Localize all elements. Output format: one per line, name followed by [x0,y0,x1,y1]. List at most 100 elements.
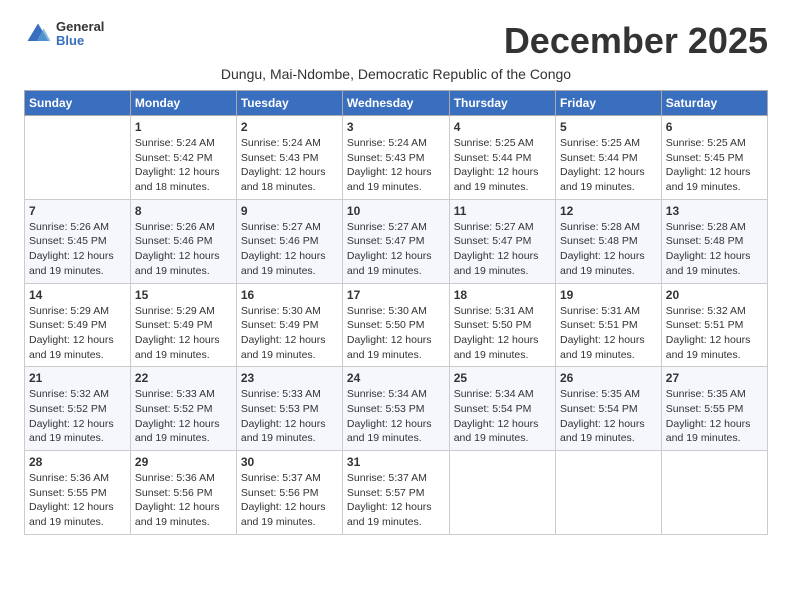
day-cell: 22Sunrise: 5:33 AM Sunset: 5:52 PM Dayli… [130,367,236,451]
day-number: 20 [666,288,763,302]
day-number: 23 [241,371,338,385]
day-cell: 30 Sunrise: 5:37 AM Sunset: 5:56 PM Dayli… [236,451,342,535]
week-row-1: 1 Sunrise: 5:24 AM Sunset: 5:42 PM Daylig… [25,116,768,200]
day-number: 24 [347,371,445,385]
day-info: Sunrise: 5:26 AM Sunset: 5:46 PM Dayligh… [135,220,232,279]
day-number: 18 [454,288,551,302]
logo-text: General Blue [56,20,104,49]
day-number: 3 [347,120,445,134]
day-number: 21 [29,371,126,385]
logo-icon [24,20,52,48]
day-info: Sunrise: 5:26 AM Sunset: 5:45 PM Dayligh… [29,220,126,279]
day-number: 25 [454,371,551,385]
logo-general: General [56,20,104,34]
day-number: 14 [29,288,126,302]
day-number: 2 [241,120,338,134]
day-cell: 14 Sunrise: 5:29 AM Sunset: 5:49 PM Dayli… [25,283,131,367]
weekday-header-thursday: Thursday [449,91,555,116]
day-number: 10 [347,204,445,218]
day-cell: 27Sunrise: 5:35 AM Sunset: 5:55 PM Dayli… [661,367,767,451]
day-cell [555,451,661,535]
day-number: 19 [560,288,657,302]
day-cell: 13 Sunrise: 5:28 AM Sunset: 5:48 PM Dayli… [661,199,767,283]
day-cell: 9 Sunrise: 5:27 AM Sunset: 5:46 PM Daylig… [236,199,342,283]
day-info: Sunrise: 5:24 AM Sunset: 5:42 PM Dayligh… [135,136,232,195]
day-info: Sunrise: 5:29 AM Sunset: 5:49 PM Dayligh… [135,304,232,363]
day-number: 1 [135,120,232,134]
day-info: Sunrise: 5:31 AM Sunset: 5:51 PM Dayligh… [560,304,657,363]
week-row-2: 7 Sunrise: 5:26 AM Sunset: 5:45 PM Daylig… [25,199,768,283]
day-info: Sunrise: 5:36 AM Sunset: 5:56 PM Dayligh… [135,471,232,530]
day-info: Sunrise: 5:25 AM Sunset: 5:45 PM Dayligh… [666,136,763,195]
weekday-header-friday: Friday [555,91,661,116]
day-number: 4 [454,120,551,134]
day-cell: 18Sunrise: 5:31 AM Sunset: 5:50 PM Dayli… [449,283,555,367]
day-cell [449,451,555,535]
day-number: 5 [560,120,657,134]
calendar: SundayMondayTuesdayWednesdayThursdayFrid… [24,90,768,535]
header: General Blue December 2025 [24,20,768,62]
day-number: 7 [29,204,126,218]
day-cell: 1 Sunrise: 5:24 AM Sunset: 5:42 PM Daylig… [130,116,236,200]
day-number: 13 [666,204,763,218]
weekday-header-sunday: Sunday [25,91,131,116]
day-number: 22 [135,371,232,385]
day-number: 29 [135,455,232,469]
day-cell: 2 Sunrise: 5:24 AM Sunset: 5:43 PM Daylig… [236,116,342,200]
day-cell: 10 Sunrise: 5:27 AM Sunset: 5:47 PM Dayli… [342,199,449,283]
day-number: 30 [241,455,338,469]
day-info: Sunrise: 5:34 AM Sunset: 5:54 PM Dayligh… [454,387,551,446]
day-cell [25,116,131,200]
day-info: Sunrise: 5:25 AM Sunset: 5:44 PM Dayligh… [454,136,551,195]
day-info: Sunrise: 5:28 AM Sunset: 5:48 PM Dayligh… [666,220,763,279]
weekday-header-saturday: Saturday [661,91,767,116]
week-row-4: 21Sunrise: 5:32 AM Sunset: 5:52 PM Dayli… [25,367,768,451]
day-info: Sunrise: 5:27 AM Sunset: 5:47 PM Dayligh… [454,220,551,279]
day-number: 17 [347,288,445,302]
weekday-header-monday: Monday [130,91,236,116]
day-info: Sunrise: 5:29 AM Sunset: 5:49 PM Dayligh… [29,304,126,363]
day-info: Sunrise: 5:37 AM Sunset: 5:56 PM Dayligh… [241,471,338,530]
weekday-header-row: SundayMondayTuesdayWednesdayThursdayFrid… [25,91,768,116]
day-cell: 3 Sunrise: 5:24 AM Sunset: 5:43 PM Daylig… [342,116,449,200]
day-cell: 17 Sunrise: 5:30 AM Sunset: 5:50 PM Dayli… [342,283,449,367]
day-info: Sunrise: 5:33 AM Sunset: 5:53 PM Dayligh… [241,387,338,446]
day-info: Sunrise: 5:27 AM Sunset: 5:47 PM Dayligh… [347,220,445,279]
day-info: Sunrise: 5:32 AM Sunset: 5:51 PM Dayligh… [666,304,763,363]
day-cell: 23 Sunrise: 5:33 AM Sunset: 5:53 PM Dayli… [236,367,342,451]
day-cell: 12Sunrise: 5:28 AM Sunset: 5:48 PM Dayli… [555,199,661,283]
day-info: Sunrise: 5:34 AM Sunset: 5:53 PM Dayligh… [347,387,445,446]
weekday-header-wednesday: Wednesday [342,91,449,116]
day-cell: 26Sunrise: 5:35 AM Sunset: 5:54 PM Dayli… [555,367,661,451]
weekday-header-tuesday: Tuesday [236,91,342,116]
day-cell: 25 Sunrise: 5:34 AM Sunset: 5:54 PM Dayli… [449,367,555,451]
week-row-3: 14 Sunrise: 5:29 AM Sunset: 5:49 PM Dayli… [25,283,768,367]
day-number: 8 [135,204,232,218]
day-cell: 15Sunrise: 5:29 AM Sunset: 5:49 PM Dayli… [130,283,236,367]
day-number: 28 [29,455,126,469]
day-number: 9 [241,204,338,218]
day-cell: 24 Sunrise: 5:34 AM Sunset: 5:53 PM Dayli… [342,367,449,451]
month-title: December 2025 [504,20,768,62]
day-info: Sunrise: 5:27 AM Sunset: 5:46 PM Dayligh… [241,220,338,279]
day-cell: 7 Sunrise: 5:26 AM Sunset: 5:45 PM Daylig… [25,199,131,283]
day-number: 31 [347,455,445,469]
day-cell: 29 Sunrise: 5:36 AM Sunset: 5:56 PM Dayli… [130,451,236,535]
day-info: Sunrise: 5:36 AM Sunset: 5:55 PM Dayligh… [29,471,126,530]
subtitle: Dungu, Mai-Ndombe, Democratic Republic o… [24,66,768,82]
day-cell [661,451,767,535]
day-info: Sunrise: 5:24 AM Sunset: 5:43 PM Dayligh… [347,136,445,195]
day-cell: 31 Sunrise: 5:37 AM Sunset: 5:57 PM Dayli… [342,451,449,535]
day-cell: 20 Sunrise: 5:32 AM Sunset: 5:51 PM Dayli… [661,283,767,367]
day-cell: 8 Sunrise: 5:26 AM Sunset: 5:46 PM Daylig… [130,199,236,283]
day-cell: 19 Sunrise: 5:31 AM Sunset: 5:51 PM Dayli… [555,283,661,367]
day-number: 27 [666,371,763,385]
logo: General Blue [24,20,104,49]
day-cell: 4 Sunrise: 5:25 AM Sunset: 5:44 PM Daylig… [449,116,555,200]
day-number: 16 [241,288,338,302]
day-info: Sunrise: 5:24 AM Sunset: 5:43 PM Dayligh… [241,136,338,195]
day-info: Sunrise: 5:25 AM Sunset: 5:44 PM Dayligh… [560,136,657,195]
day-info: Sunrise: 5:30 AM Sunset: 5:50 PM Dayligh… [347,304,445,363]
day-number: 6 [666,120,763,134]
day-info: Sunrise: 5:37 AM Sunset: 5:57 PM Dayligh… [347,471,445,530]
